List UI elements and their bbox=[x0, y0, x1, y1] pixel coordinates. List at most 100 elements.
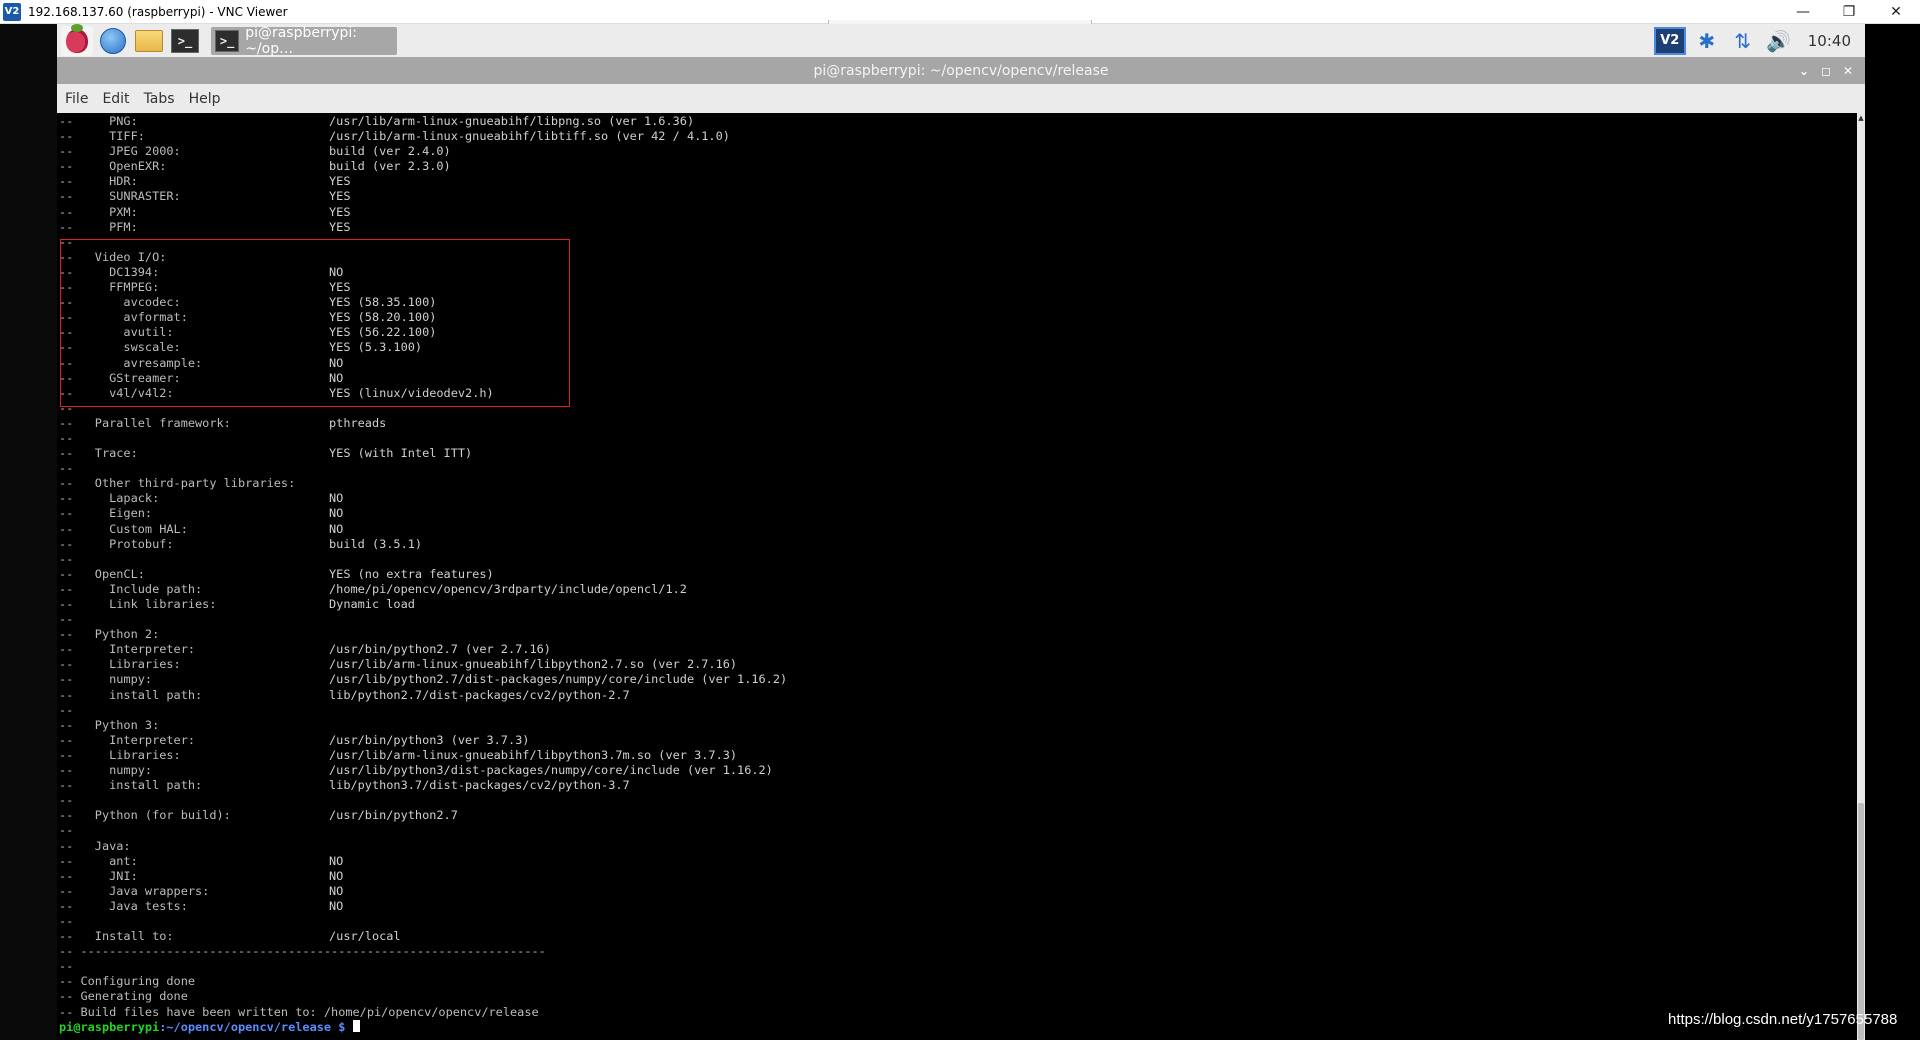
terminal-line-value: NO bbox=[329, 853, 344, 868]
terminal-line-key: -- Lapack: bbox=[59, 491, 160, 506]
close-button[interactable]: ✕ bbox=[1873, 0, 1919, 24]
terminal-scrollbar[interactable]: ▲ bbox=[1857, 113, 1865, 1040]
terminal-line-key: -- swscale: bbox=[59, 340, 181, 355]
file-manager-launcher[interactable] bbox=[133, 26, 165, 56]
terminal-line-value: /usr/bin/python2.7 (ver 2.7.16) bbox=[329, 642, 551, 657]
desktop-background-right bbox=[1865, 24, 1920, 1040]
raspberry-menu-button[interactable] bbox=[61, 23, 93, 56]
taskbar: >_ >_ pi@raspberrypi: ~/op… V2 ✱ ⇅ 🔊 10:… bbox=[57, 23, 1865, 57]
terminal-line: -- PFM: YES bbox=[59, 220, 546, 235]
close-icon[interactable]: ✕ bbox=[1837, 64, 1859, 78]
terminal-line: -- numpy: /usr/lib/python2.7/dist-package… bbox=[59, 672, 787, 687]
scrollbar-thumb[interactable] bbox=[1858, 803, 1864, 1040]
terminal-line: -- Video I/O: bbox=[59, 250, 546, 265]
menu-tabs[interactable]: Tabs bbox=[144, 91, 175, 107]
terminal-line-value: /usr/lib/arm-linux-gnueabihf/libpython3.… bbox=[329, 747, 738, 762]
bluetooth-icon[interactable]: ✱ bbox=[1692, 26, 1722, 56]
terminal-title-bar[interactable]: pi@raspberrypi: ~/opencv/opencv/release … bbox=[57, 57, 1865, 84]
terminal-line: -- Configuring done bbox=[59, 974, 546, 989]
vnc-server-tray-icon[interactable]: V2 bbox=[1653, 26, 1686, 55]
terminal-line-value: NO bbox=[329, 355, 344, 370]
remote-desktop[interactable]: >_ >_ pi@raspberrypi: ~/op… V2 ✱ ⇅ 🔊 10:… bbox=[0, 23, 1920, 1040]
terminal-line-key: -- Build files have been written to: /ho… bbox=[59, 1004, 539, 1019]
terminal-line: -- SUNRASTER: YES bbox=[59, 189, 546, 204]
terminal-line-key: -- bbox=[59, 823, 74, 838]
terminal-line: -- OpenCL: YES (no extra features) bbox=[59, 567, 546, 582]
chevron-down-icon[interactable]: ⌄ bbox=[1793, 64, 1815, 78]
scroll-up-icon[interactable]: ▲ bbox=[1857, 113, 1865, 123]
terminal-line-value: YES bbox=[329, 174, 351, 189]
terminal-window: pi@raspberrypi: ~/opencv/opencv/release … bbox=[57, 57, 1865, 1040]
terminal-line: -- Protobuf: build (3.5.1) bbox=[59, 537, 546, 552]
terminal-line-value: /usr/bin/python3 (ver 3.7.3) bbox=[329, 732, 530, 747]
shell-prompt[interactable]: pi@raspberrypi:~/opencv/opencv/release $ bbox=[59, 1019, 546, 1035]
terminal-line: -- ant: NO bbox=[59, 854, 546, 869]
terminal-line-key: -- bbox=[59, 959, 74, 974]
terminal-line: -- bbox=[59, 959, 546, 974]
terminal-launcher[interactable]: >_ bbox=[169, 26, 201, 56]
terminal-line: -- Other third-party libraries: bbox=[59, 476, 546, 491]
terminal-line: -- Interpreter: /usr/bin/python3 (ver 3.7… bbox=[59, 733, 546, 748]
terminal-line-value: YES (linux/videodev2.h) bbox=[329, 385, 494, 400]
terminal-line: -- GStreamer: NO bbox=[59, 371, 546, 386]
taskbar-terminal-window[interactable]: >_ pi@raspberrypi: ~/op… bbox=[211, 25, 397, 57]
terminal-line-key: -- Python (for build): bbox=[59, 808, 231, 823]
terminal-line: -- Java wrappers: NO bbox=[59, 884, 546, 899]
terminal-line-key: -- Custom HAL: bbox=[59, 521, 188, 536]
terminal-line: -- JNI: NO bbox=[59, 869, 546, 884]
menu-help[interactable]: Help bbox=[189, 91, 221, 107]
volume-icon[interactable]: 🔊 bbox=[1764, 26, 1794, 56]
terminal-line-value: pthreads bbox=[329, 415, 387, 430]
clock[interactable]: 10:40 bbox=[1808, 32, 1851, 50]
terminal-line-value: /usr/lib/arm-linux-gnueabihf/libpython2.… bbox=[329, 657, 738, 672]
terminal-line-key: -- bbox=[59, 461, 74, 476]
terminal-line-value: NO bbox=[329, 506, 344, 521]
terminal-line: -- avutil: YES (56.22.100) bbox=[59, 325, 546, 340]
terminal-line-key: -- Libraries: bbox=[59, 657, 181, 672]
terminal-line-value: /usr/lib/arm-linux-gnueabihf/libtiff.so … bbox=[329, 129, 730, 144]
maximize-icon[interactable]: ◻ bbox=[1815, 64, 1837, 78]
terminal-icon: >_ bbox=[215, 29, 240, 52]
terminal-line-key: -- Install to: bbox=[59, 929, 174, 944]
terminal-line-value: /home/pi/opencv/opencv/3rdparty/include/… bbox=[329, 581, 687, 596]
terminal-line: -- Interpreter: /usr/bin/python2.7 (ver 2… bbox=[59, 642, 551, 657]
terminal-line-key: -- Trace: bbox=[59, 446, 138, 461]
web-browser-launcher[interactable] bbox=[97, 26, 129, 56]
terminal-output[interactable]: -- PNG: /usr/lib/arm-linux-gnueabihf/libp… bbox=[57, 113, 1857, 1040]
terminal-line: -- HDR: YES bbox=[59, 174, 546, 189]
minimize-button[interactable]: — bbox=[1780, 0, 1826, 24]
terminal-line-value: YES bbox=[329, 219, 351, 234]
terminal-line-value: NO bbox=[329, 883, 344, 898]
terminal-line: -- Custom HAL: NO bbox=[59, 522, 546, 537]
terminal-line: -- bbox=[59, 235, 546, 250]
restore-button[interactable]: ❐ bbox=[1826, 0, 1872, 24]
terminal-line: -- -------------------------------------… bbox=[59, 944, 546, 959]
network-icon[interactable]: ⇅ bbox=[1728, 26, 1758, 56]
terminal-line: -- DC1394: NO bbox=[59, 265, 546, 280]
prompt-path: :~/opencv/opencv/release $ bbox=[159, 1019, 353, 1034]
terminal-line: -- Trace: YES (with Intel ITT) bbox=[59, 446, 546, 461]
terminal-line: -- PNG: /usr/lib/arm-linux-gnueabihf/libp… bbox=[59, 114, 694, 129]
terminal-line-key: -- OpenEXR: bbox=[59, 159, 167, 174]
terminal-line: -- Eigen: NO bbox=[59, 506, 546, 521]
terminal-line: -- v4l/v4l2: YES (linux/videodev2.h) bbox=[59, 386, 546, 401]
terminal-line-key: -- Libraries: bbox=[59, 747, 181, 762]
globe-icon bbox=[100, 27, 126, 54]
terminal-line-value: YES (58.20.100) bbox=[329, 310, 437, 325]
terminal-line-value: /usr/lib/arm-linux-gnueabihf/libpng.so (… bbox=[329, 114, 695, 128]
terminal-line: -- Python (for build): /usr/bin/python2.7 bbox=[59, 808, 546, 823]
terminal-line-key: -- Generating done bbox=[59, 989, 188, 1004]
terminal-window-controls: ⌄ ◻ ✕ bbox=[1793, 57, 1859, 84]
terminal-line-key: -- Protobuf: bbox=[59, 536, 174, 551]
terminal-line-key: -- Eigen: bbox=[59, 506, 153, 521]
terminal-line-key: -- bbox=[59, 430, 74, 445]
terminal-line-key: -- FFMPEG: bbox=[59, 280, 160, 295]
terminal-line-key: -- JPEG 2000: bbox=[59, 144, 181, 159]
menu-edit[interactable]: Edit bbox=[102, 91, 129, 107]
terminal-line-value: NO bbox=[329, 264, 344, 279]
terminal-line: -- TIFF: /usr/lib/arm-linux-gnueabihf/lib… bbox=[59, 129, 730, 144]
menu-file[interactable]: File bbox=[65, 91, 88, 107]
window-title: 192.168.137.60 (raspberrypi) - VNC Viewe… bbox=[28, 4, 288, 19]
terminal-icon: >_ bbox=[171, 28, 199, 53]
terminal-line-key: -- bbox=[59, 551, 74, 566]
